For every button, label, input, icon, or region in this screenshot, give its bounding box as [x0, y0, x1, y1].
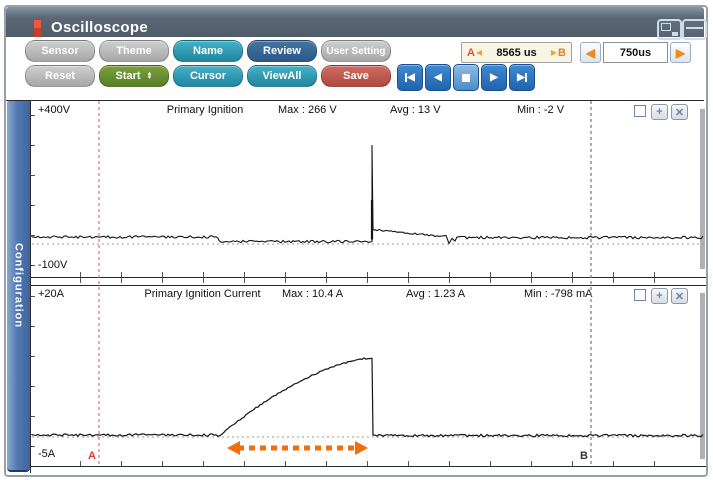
ch2-y-ticks: [31, 296, 35, 456]
ch1-close-button[interactable]: ✕: [671, 104, 688, 120]
ch1-expand-button[interactable]: +: [651, 104, 668, 120]
ch1-max-stat: Max : 266 V: [278, 104, 337, 116]
theme-button[interactable]: Theme: [99, 40, 169, 62]
cascade-windows-icon[interactable]: [657, 19, 682, 40]
review-button[interactable]: Review: [247, 40, 317, 62]
ch2-scale-bottom: -5A: [38, 448, 56, 460]
save-button[interactable]: Save: [321, 65, 391, 87]
cursor-a-marker[interactable]: A: [88, 450, 96, 462]
ch2-top-border: [30, 285, 706, 286]
window-title: Oscilloscope: [51, 19, 148, 36]
ch2-min-stat: Min : -798 mA: [524, 288, 593, 300]
title-bar[interactable]: Oscilloscope: [6, 7, 707, 40]
ch1-avg-stat: Avg : 13 V: [390, 104, 441, 116]
cursor-b-label: B: [558, 46, 566, 59]
ch2-avg-stat: Avg : 1.23 A: [406, 288, 466, 300]
left-arrow-icon: ◀: [475, 48, 483, 57]
ch1-y-ticks: [31, 115, 35, 271]
ch1-scale-bottom: -100V: [38, 259, 68, 271]
cursor-button[interactable]: Cursor: [173, 65, 243, 87]
ch2-scale-top: +20A: [38, 288, 64, 300]
ab-delta-readout[interactable]: A ◀ 8565 us ▶ B: [461, 42, 572, 63]
ch1-position-slider[interactable]: [700, 109, 705, 269]
ch2-position-slider[interactable]: [700, 293, 705, 459]
app-icon: [34, 20, 41, 37]
stop-button[interactable]: [453, 64, 479, 91]
name-button[interactable]: Name: [173, 40, 243, 62]
timebase-value[interactable]: 750us: [603, 42, 668, 63]
ch1-min-stat: Min : -2 V: [517, 104, 565, 116]
cursor-b-marker[interactable]: B: [580, 450, 588, 462]
start-button[interactable]: Start ▲ ▼: [99, 65, 169, 87]
ch2-close-button[interactable]: ✕: [671, 288, 688, 304]
ch2-expand-button[interactable]: +: [651, 288, 668, 304]
skip-to-end-button[interactable]: ▶: [509, 64, 535, 91]
spinner-arrows-icon[interactable]: ▲ ▼: [147, 71, 153, 81]
viewall-button[interactable]: ViewAll: [247, 65, 317, 87]
step-back-button[interactable]: ◀: [425, 64, 451, 91]
ch2-bottom-axis: [30, 466, 706, 467]
oscilloscope-app: Oscilloscope Sensor Theme Name Review Us…: [0, 0, 713, 480]
ch2-max-stat: Max : 10.4 A: [282, 288, 344, 300]
configuration-tab-label: Configuration: [12, 242, 25, 329]
right-arrow-icon: ▶: [550, 48, 558, 57]
reset-button[interactable]: Reset: [25, 65, 95, 87]
timebase-next-button[interactable]: ▶: [670, 42, 691, 63]
ch1-name: Primary Ignition: [166, 104, 244, 116]
skip-to-start-button[interactable]: ◀: [397, 64, 423, 91]
sensor-button[interactable]: Sensor: [25, 40, 95, 62]
play-button[interactable]: ▶: [481, 64, 507, 91]
ch1-scale-top: +400V: [38, 104, 71, 116]
plot-top-border: [6, 100, 704, 101]
configuration-tab[interactable]: Configuration: [7, 101, 30, 472]
cursor-a-label: A: [467, 46, 475, 59]
ch2-name: Primary Ignition Current: [144, 288, 261, 300]
ch1-x-ticks-below: [80, 278, 680, 283]
timebase-prev-button[interactable]: ◀: [580, 42, 601, 63]
user-setting-button[interactable]: User Setting: [321, 40, 391, 62]
ch2-visibility-checkbox[interactable]: [634, 289, 646, 301]
ab-delta-value: 8565 us: [496, 46, 537, 59]
split-horizontal-icon[interactable]: [682, 19, 707, 40]
start-button-label: Start: [115, 70, 141, 82]
ch1-visibility-checkbox[interactable]: [634, 105, 646, 117]
